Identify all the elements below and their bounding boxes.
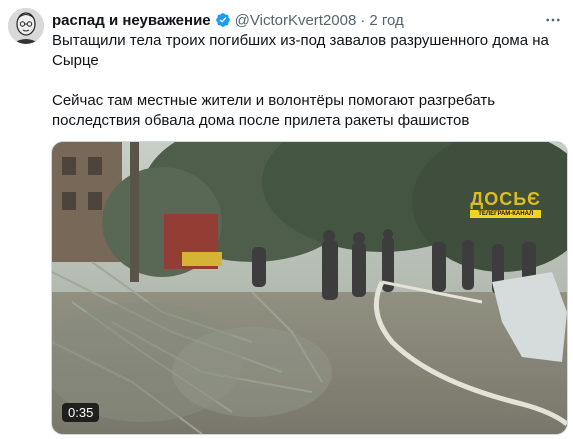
tweet-timestamp[interactable]: 2 год bbox=[369, 12, 403, 29]
tweet-paragraph-2: Сейчас там местные жители и волонтёры по… bbox=[52, 92, 496, 129]
verified-badge-icon bbox=[215, 12, 231, 28]
channel-watermark: ДОСЬЄ ТЕЛЕГРАМ-КАНАЛ bbox=[470, 190, 541, 218]
separator-dot: · bbox=[360, 11, 366, 29]
watermark-sub: ТЕЛЕГРАМ-КАНАЛ bbox=[470, 210, 541, 218]
avatar-image bbox=[8, 8, 44, 44]
tweet-text: Вытащили тела троих погибших из-под зава… bbox=[52, 31, 557, 131]
video-player[interactable]: ДОСЬЄ ТЕЛЕГРАМ-КАНАЛ 0:35 bbox=[51, 141, 568, 435]
author-handle[interactable]: @VictorKvert2008 bbox=[235, 12, 357, 29]
tweet-header: распад и неуважение @VictorKvert2008 · 2… bbox=[52, 10, 565, 30]
video-duration-badge: 0:35 bbox=[62, 403, 100, 422]
tweet-paragraph-1: Вытащили тела троих погибших из-под зава… bbox=[52, 32, 549, 69]
watermark-main: ДОСЬЄ bbox=[470, 189, 541, 209]
author-avatar[interactable] bbox=[8, 8, 44, 44]
author-name[interactable]: распад и неуважение bbox=[52, 12, 211, 29]
video-frame bbox=[52, 142, 567, 434]
more-options-icon[interactable] bbox=[543, 10, 563, 30]
